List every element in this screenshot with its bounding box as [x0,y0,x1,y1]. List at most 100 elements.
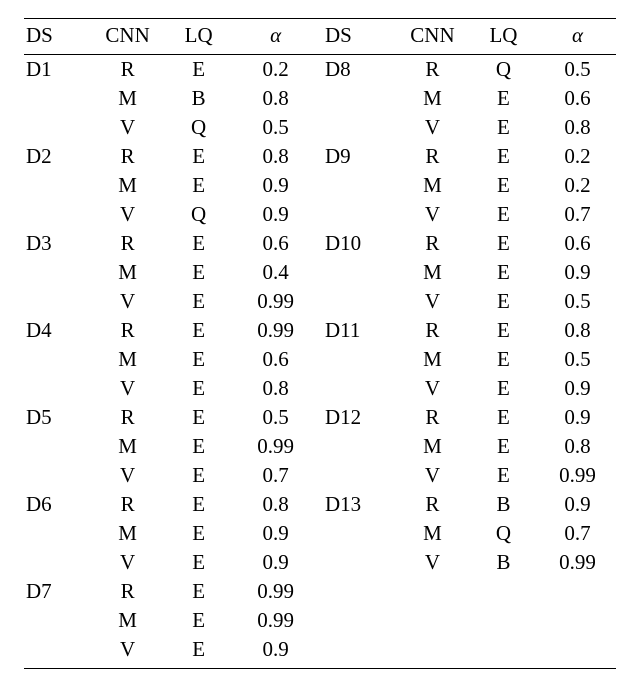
alpha-symbol: α [572,23,583,47]
table-row: VE0.9VB0.99 [24,548,616,577]
cell-ds [317,577,397,606]
cell-lq: E [163,287,234,316]
cell-alpha: 0.7 [539,200,616,229]
cell-alpha: 0.8 [234,490,317,519]
cell-ds [24,345,92,374]
cell-lq: E [163,606,234,635]
cell-cnn: M [397,432,468,461]
cell-alpha [539,577,616,606]
cell-alpha: 0.4 [234,258,317,287]
cell-cnn: M [397,519,468,548]
cell-ds: D12 [317,403,397,432]
cell-ds [24,635,92,669]
cell-alpha: 0.7 [234,461,317,490]
cell-cnn: V [92,548,163,577]
cell-lq: E [468,200,539,229]
cell-lq: E [468,171,539,200]
cell-ds [317,258,397,287]
cell-alpha: 0.9 [539,374,616,403]
col-lq-right: LQ [468,19,539,55]
cell-alpha: 0.99 [234,577,317,606]
col-cnn-left: CNN [92,19,163,55]
cell-cnn: R [92,316,163,345]
cell-ds [24,171,92,200]
cell-ds [24,287,92,316]
cell-cnn: V [92,113,163,142]
cell-alpha: 0.2 [539,142,616,171]
cell-cnn: M [92,258,163,287]
cell-ds [24,258,92,287]
cell-alpha: 0.2 [539,171,616,200]
cell-ds [317,171,397,200]
cell-alpha: 0.9 [539,403,616,432]
cell-ds [317,287,397,316]
cell-cnn: R [92,577,163,606]
cell-ds [317,200,397,229]
cell-cnn: V [397,461,468,490]
cell-ds [317,461,397,490]
cell-ds [317,113,397,142]
cell-alpha: 0.99 [539,548,616,577]
cell-cnn: R [397,229,468,258]
cell-ds [317,548,397,577]
table-row: ME0.9ME0.2 [24,171,616,200]
cell-cnn: V [92,461,163,490]
cell-cnn: R [92,142,163,171]
cell-cnn: R [92,55,163,85]
cell-alpha [539,635,616,669]
cell-lq: E [468,142,539,171]
cell-alpha: 0.5 [234,403,317,432]
table-row: D5RE0.5D12RE0.9 [24,403,616,432]
cell-lq: E [468,374,539,403]
cell-alpha: 0.8 [539,113,616,142]
cell-cnn: M [397,345,468,374]
cell-cnn: M [92,171,163,200]
cell-cnn: V [92,374,163,403]
cell-ds [317,345,397,374]
cell-lq: E [468,84,539,113]
cell-cnn: R [92,490,163,519]
cell-lq: E [163,432,234,461]
cell-alpha: 0.99 [234,432,317,461]
cell-lq: B [163,84,234,113]
cell-lq: E [163,461,234,490]
cell-alpha: 0.9 [539,258,616,287]
cell-ds [24,461,92,490]
cell-alpha: 0.8 [539,316,616,345]
cell-lq: Q [163,113,234,142]
cell-cnn: R [397,316,468,345]
table-row: ME0.99 [24,606,616,635]
cell-ds [317,606,397,635]
cell-lq: E [468,461,539,490]
cell-alpha: 0.5 [539,287,616,316]
cell-cnn: R [397,55,468,85]
cell-alpha: 0.99 [539,461,616,490]
cell-ds: D3 [24,229,92,258]
cell-alpha: 0.9 [234,200,317,229]
cell-lq: E [163,142,234,171]
cell-lq: E [163,490,234,519]
table-row: D3RE0.6D10RE0.6 [24,229,616,258]
cell-lq: E [163,229,234,258]
cell-lq: E [468,113,539,142]
cell-ds [24,374,92,403]
cell-lq: Q [468,519,539,548]
cell-cnn: M [397,258,468,287]
cell-lq: E [468,432,539,461]
cell-lq: E [163,258,234,287]
cell-cnn: M [92,345,163,374]
cell-lq: E [468,403,539,432]
cell-ds: D5 [24,403,92,432]
table-row: VE0.99VE0.5 [24,287,616,316]
cell-ds [317,635,397,669]
cell-cnn: R [92,229,163,258]
cell-lq: B [468,490,539,519]
cell-lq: E [163,403,234,432]
cell-cnn: M [92,432,163,461]
cell-ds: D7 [24,577,92,606]
col-alpha-right: α [539,19,616,55]
cell-ds [24,432,92,461]
cell-lq: E [163,577,234,606]
cell-lq [468,577,539,606]
cell-alpha: 0.6 [539,229,616,258]
